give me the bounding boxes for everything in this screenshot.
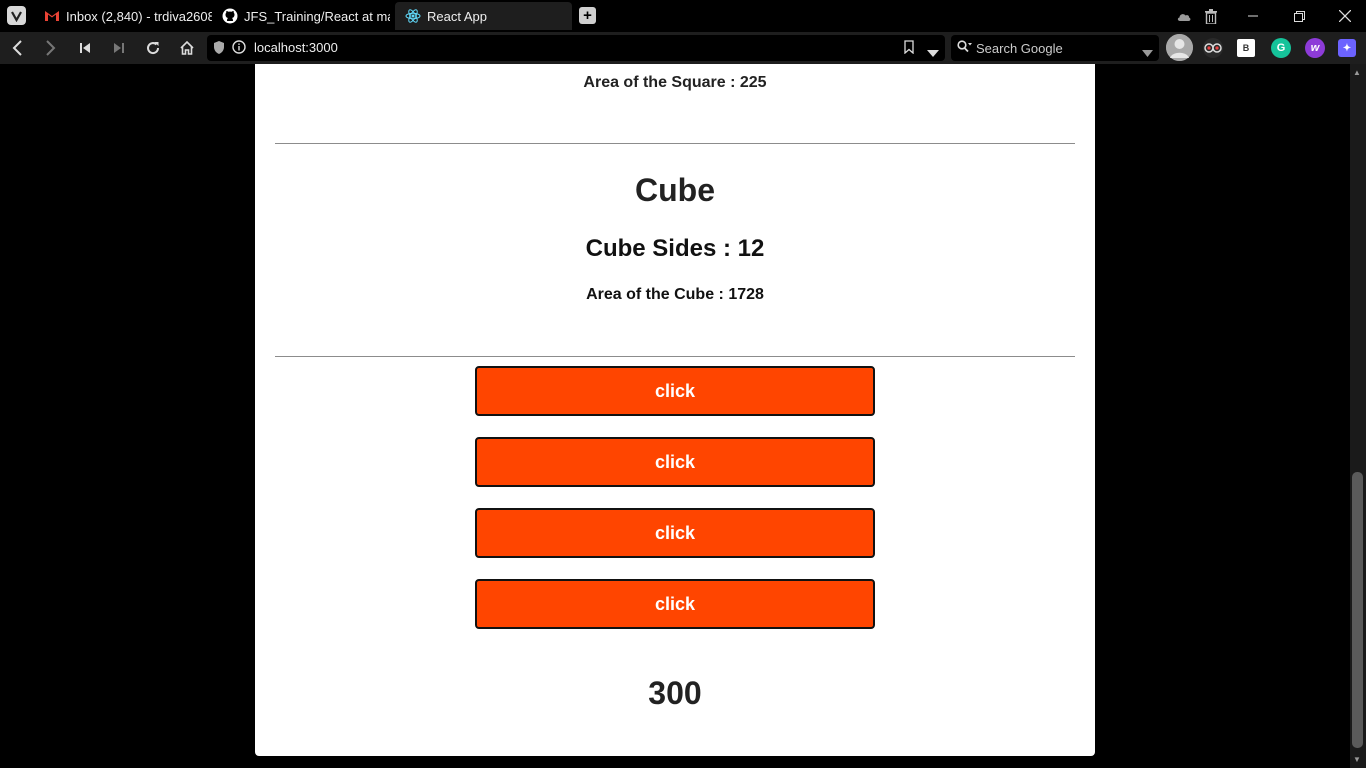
wordtune-icon[interactable]: w <box>1305 38 1325 58</box>
cube-heading: Cube <box>635 172 715 208</box>
scrollbar-thumb[interactable] <box>1352 472 1363 748</box>
sync-cloud-icon[interactable] <box>1174 6 1194 26</box>
scroll-up-arrow-icon[interactable]: ▲ <box>1353 68 1361 77</box>
forward-icon[interactable] <box>41 38 61 58</box>
divider <box>275 143 1075 144</box>
reload-icon[interactable] <box>143 38 163 58</box>
shield-icon[interactable] <box>213 40 225 60</box>
click-button-1[interactable]: click <box>475 366 875 416</box>
search-input[interactable]: Search Google <box>951 35 1159 61</box>
site-info-icon[interactable] <box>232 40 246 59</box>
tab-github[interactable]: JFS_Training/React at main <box>212 2 390 30</box>
tab-bar: Inbox (2,840) - trdiva2608@ JFS_Training… <box>0 0 1366 32</box>
back-icon[interactable] <box>7 38 27 58</box>
result-value: 300 <box>648 675 702 711</box>
home-icon[interactable] <box>177 38 197 58</box>
search-placeholder: Search Google <box>976 41 1063 56</box>
page-viewport: Area of the Square : 225 Cube Cube Sides… <box>0 64 1350 768</box>
rewind-icon[interactable] <box>75 38 95 58</box>
tab-label: JFS_Training/React at main <box>244 8 390 24</box>
search-icon <box>957 40 973 59</box>
grammarly-icon[interactable]: G <box>1271 38 1291 58</box>
url-field[interactable]: localhost:3000 <box>207 35 945 61</box>
cube-sides-text: Cube Sides : 12 <box>585 235 765 262</box>
url-text: localhost:3000 <box>254 40 338 55</box>
bookmark-icon[interactable] <box>904 40 914 59</box>
search-engine-dropdown-icon[interactable] <box>1142 44 1153 62</box>
extension-kite-icon[interactable]: ✦ <box>1338 39 1356 57</box>
click-button-4[interactable]: click <box>475 579 875 629</box>
scroll-down-arrow-icon[interactable]: ▼ <box>1353 755 1361 764</box>
close-icon[interactable] <box>1335 6 1355 26</box>
vivaldi-menu-icon[interactable] <box>7 6 26 25</box>
extension-b-icon[interactable]: B <box>1237 39 1255 57</box>
square-area-text: Area of the Square : 225 <box>583 74 767 91</box>
divider <box>275 356 1075 357</box>
tab-react-app[interactable]: React App <box>395 2 572 30</box>
profile-avatar[interactable] <box>1166 34 1193 61</box>
new-tab-button[interactable]: + <box>579 7 596 24</box>
app-card: Area of the Square : 225 Cube Cube Sides… <box>255 64 1095 756</box>
fast-forward-icon[interactable] <box>109 38 129 58</box>
trash-icon[interactable] <box>1201 6 1221 26</box>
react-icon <box>405 8 421 24</box>
tab-label: React App <box>427 8 487 24</box>
tab-gmail[interactable]: Inbox (2,840) - trdiva2608@ <box>34 2 212 30</box>
github-icon <box>222 8 238 24</box>
click-button-3[interactable]: click <box>475 508 875 558</box>
gmail-icon <box>44 8 60 24</box>
tracker-blocker-extension-icon[interactable] <box>1203 38 1223 58</box>
tab-label: Inbox (2,840) - trdiva2608@ <box>66 8 212 24</box>
minimize-icon[interactable] <box>1243 6 1263 26</box>
address-bar-row: localhost:3000 Search Google B G w ✦ <box>0 32 1366 64</box>
click-button-2[interactable]: click <box>475 437 875 487</box>
cube-area-text: Area of the Cube : 1728 <box>586 286 764 303</box>
chevron-down-icon[interactable] <box>927 44 939 62</box>
restore-icon[interactable] <box>1289 6 1309 26</box>
